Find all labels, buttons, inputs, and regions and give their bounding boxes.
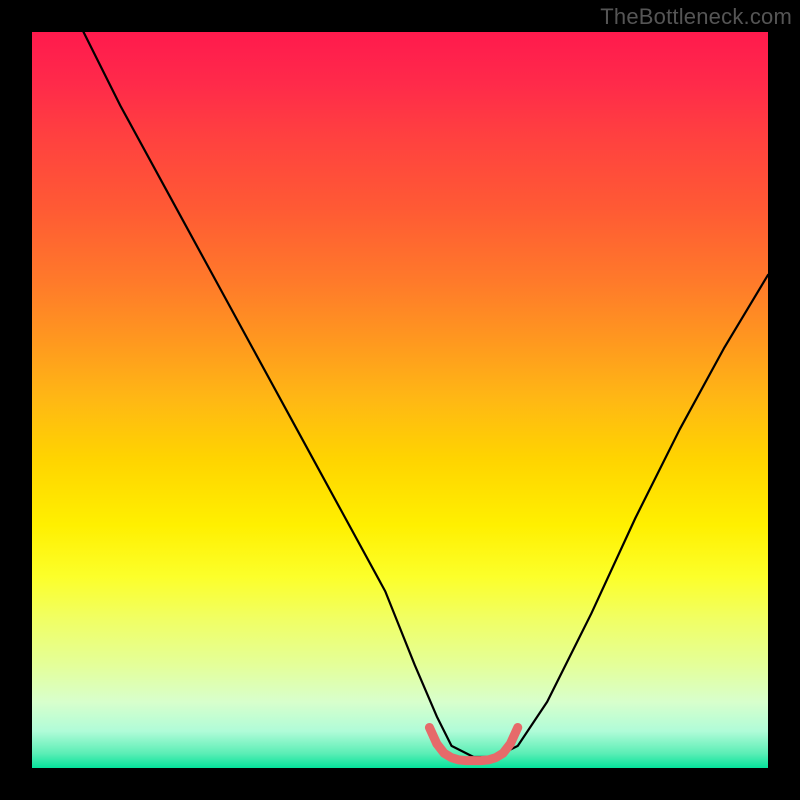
watermark-text: TheBottleneck.com (600, 4, 792, 30)
bottom-highlight-curve (429, 728, 517, 761)
main-curve (84, 32, 768, 757)
chart-frame: TheBottleneck.com (0, 0, 800, 800)
curve-layer (32, 32, 768, 768)
plot-area (32, 32, 768, 768)
